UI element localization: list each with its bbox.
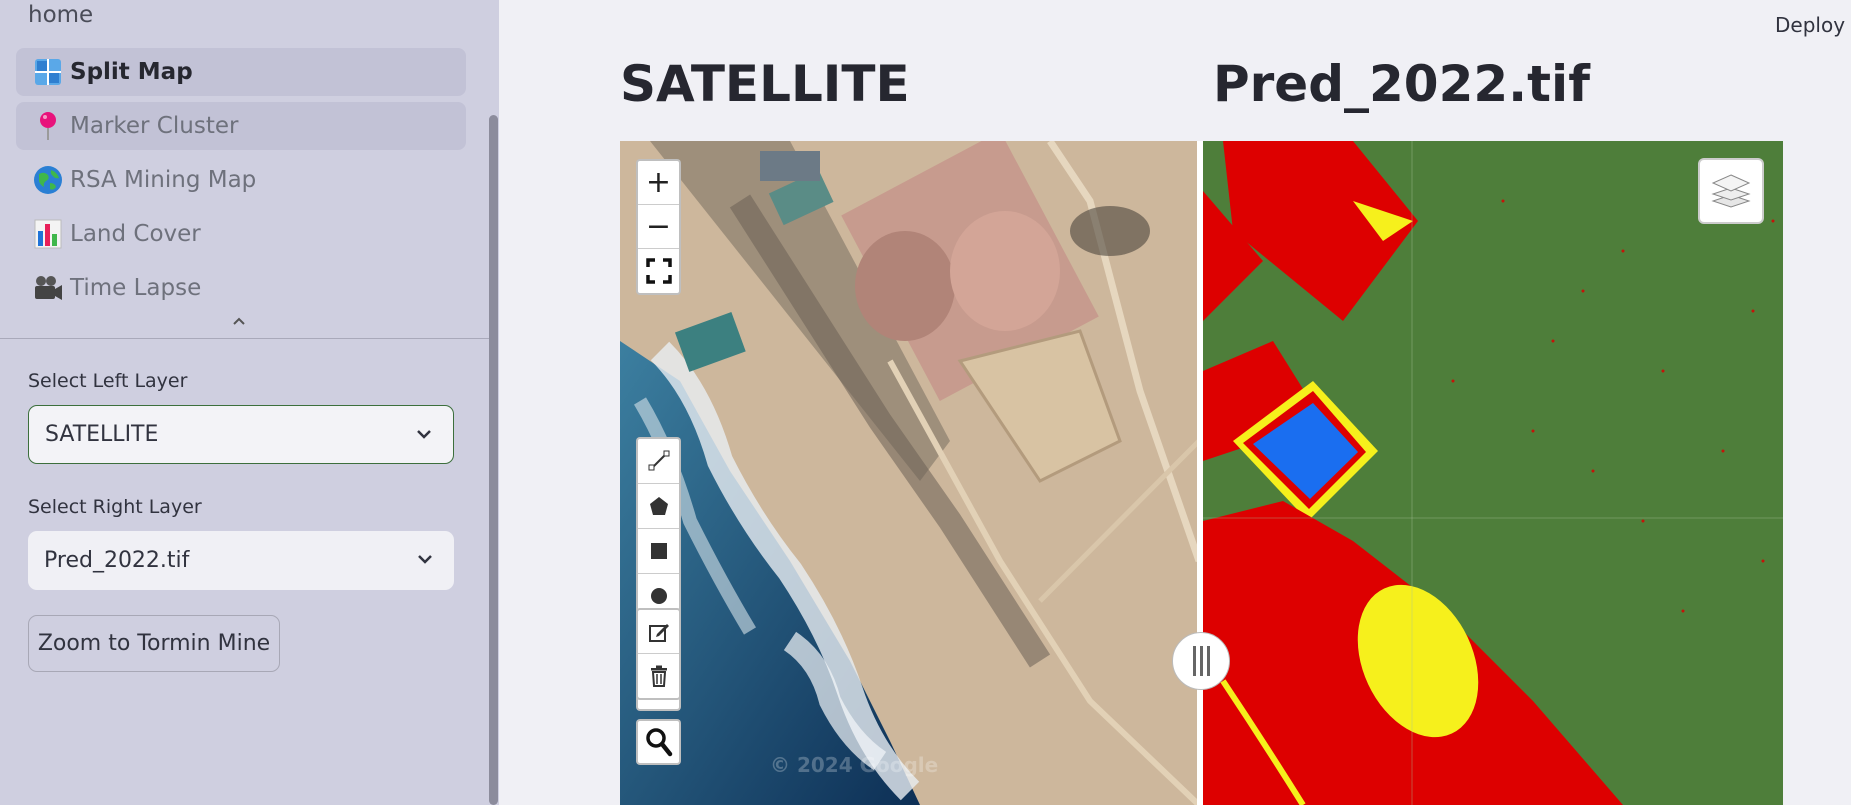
nav-item-split-map[interactable]: Split Map [16, 48, 466, 96]
zoom-controls: + − [636, 159, 681, 295]
globe-icon [33, 165, 63, 195]
chevron-down-icon [416, 548, 434, 576]
nav-item-land-cover[interactable]: Land Cover [16, 210, 466, 258]
left-layer-label: Select Left Layer [28, 370, 188, 392]
nav-item-marker-cluster[interactable]: Marker Cluster [16, 102, 466, 150]
polyline-icon [648, 450, 669, 471]
grip-line [1206, 646, 1210, 676]
draw-polyline-button[interactable] [638, 439, 679, 484]
left-layer-select[interactable]: SATELLITE [28, 405, 454, 464]
bar-chart-icon [33, 219, 63, 249]
nav-home-link[interactable]: home [28, 2, 93, 28]
prediction-pane[interactable] [1203, 141, 1783, 805]
trash-icon [650, 665, 667, 687]
right-layer-select[interactable]: Pred_2022.tif [28, 531, 454, 590]
nav-item-label: Time Lapse [70, 275, 202, 301]
fullscreen-icon [645, 258, 672, 284]
search-icon [645, 728, 672, 757]
right-layer-value: Pred_2022.tif [44, 548, 190, 573]
sidebar: home Split Map Marker Cluster RSA Mining… [0, 0, 499, 805]
left-map-title: SATELLITE [620, 55, 910, 113]
nav-item-label: Land Cover [70, 221, 201, 247]
sidebar-scrollbar[interactable] [489, 115, 498, 805]
layers-control-button[interactable] [1698, 158, 1764, 224]
satellite-imagery [620, 141, 1199, 805]
split-divider[interactable] [1197, 141, 1203, 805]
edit-layers-button[interactable] [638, 610, 679, 654]
polygon-icon [649, 497, 668, 515]
split-map[interactable]: © 2024 Google + − [620, 141, 1783, 805]
left-layer-value: SATELLITE [45, 422, 159, 447]
edit-icon [648, 623, 669, 642]
zoom-out-button[interactable]: − [638, 205, 679, 249]
collapse-nav-caret-icon[interactable] [232, 314, 246, 330]
split-divider-handle[interactable] [1172, 632, 1230, 690]
nav-item-label: Split Map [70, 59, 193, 85]
nav-item-time-lapse[interactable]: Time Lapse [16, 264, 466, 312]
right-layer-label: Select Right Layer [28, 496, 202, 518]
nav-item-rsa-mining-map[interactable]: RSA Mining Map [16, 156, 466, 204]
map-search-button[interactable] [636, 719, 681, 765]
fullscreen-button[interactable] [638, 249, 679, 293]
prediction-raster [1203, 141, 1783, 805]
chevron-down-icon [415, 423, 433, 451]
draw-rectangle-button[interactable] [638, 529, 679, 574]
edit-toolbar [636, 608, 681, 700]
circle-icon [650, 588, 667, 604]
split-map-icon [33, 57, 63, 87]
pin-icon [33, 111, 63, 141]
deploy-button[interactable]: Deploy [1775, 13, 1845, 37]
right-map-title: Pred_2022.tif [1213, 55, 1590, 113]
rectangle-icon [650, 543, 667, 559]
nav-item-label: RSA Mining Map [70, 167, 257, 193]
camera-icon [33, 273, 63, 303]
nav-item-label: Marker Cluster [70, 113, 239, 139]
sidebar-divider [0, 338, 490, 339]
layers-icon [1711, 174, 1751, 208]
draw-polygon-button[interactable] [638, 484, 679, 529]
delete-layers-button[interactable] [638, 654, 679, 698]
grip-line [1192, 646, 1196, 676]
zoom-in-button[interactable]: + [638, 161, 679, 205]
grip-line [1199, 646, 1203, 676]
zoom-to-tormin-mine-button[interactable]: Zoom to Tormin Mine [28, 615, 280, 672]
satellite-pane[interactable]: © 2024 Google + − [620, 141, 1199, 805]
map-attribution: © 2024 Google [770, 753, 939, 777]
